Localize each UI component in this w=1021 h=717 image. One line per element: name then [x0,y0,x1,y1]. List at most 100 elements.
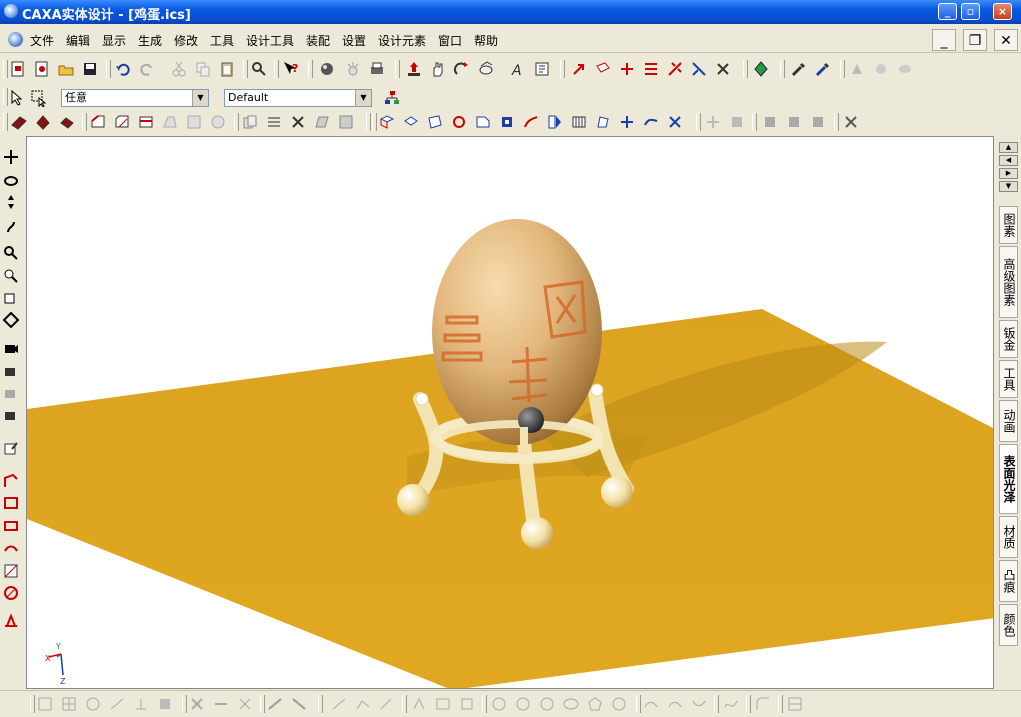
constraint-icon[interactable] [761,113,779,131]
eyedropper-apply-icon[interactable] [814,60,832,78]
tab-scroll-up-icon[interactable]: ◀ [999,155,1018,166]
plane-icon[interactable] [2,517,20,535]
menu-modify[interactable]: 修改 [174,32,198,49]
eyedropper-icon[interactable] [790,60,808,78]
minimize-button[interactable]: _ [938,3,957,20]
menu-display[interactable]: 显示 [102,32,126,49]
select-box-icon[interactable] [30,89,48,107]
dynamic-zoom-icon[interactable] [2,193,20,211]
snap-grid-icon[interactable] [60,695,78,713]
text-tool-icon[interactable]: A [509,60,527,78]
delete-face-icon[interactable] [498,113,516,131]
arc-tangent-icon[interactable] [690,695,708,713]
tab-sheet-metal[interactable]: 钣金 [999,320,1018,358]
chamfer-icon[interactable] [113,113,131,131]
sketch-icon[interactable] [2,439,20,457]
copy-icon[interactable] [194,60,212,78]
grid-icon[interactable] [36,695,54,713]
new-file-icon[interactable] [9,60,27,78]
sweep-icon[interactable] [58,113,76,131]
design-viewport[interactable]: 三 X Y Z [26,136,994,689]
context-help-icon[interactable]: ? [282,60,300,78]
draft-icon[interactable] [161,113,179,131]
select-edge-icon[interactable] [402,113,420,131]
menu-edit[interactable]: 编辑 [66,32,90,49]
dimension-edit-icon[interactable] [728,113,746,131]
bspline-icon[interactable] [722,695,740,713]
menu-tools[interactable]: 工具 [210,32,234,49]
polyline-icon[interactable] [354,695,372,713]
select-surface-icon[interactable] [426,113,444,131]
move-up-icon[interactable] [405,60,423,78]
design-tree-icon[interactable] [383,89,401,107]
circle-2point-icon[interactable] [514,695,532,713]
snap-off-icon[interactable] [896,60,914,78]
curve-icon[interactable] [522,113,540,131]
rotate-tool-icon[interactable] [453,60,471,78]
camera-icon[interactable] [2,339,20,357]
zoom-icon[interactable] [2,244,20,262]
arc-icon[interactable] [2,539,20,557]
menu-design-elements[interactable]: 设计元素 [378,32,426,49]
rectangle-icon[interactable] [2,494,20,512]
zoom-window-icon[interactable] [2,267,20,285]
chevron-down-icon[interactable]: ▼ [192,90,208,106]
square-icon[interactable] [458,695,476,713]
tools-icon[interactable] [289,113,307,131]
arrow-tool-icon[interactable] [570,60,588,78]
menu-window[interactable]: 窗口 [438,32,462,49]
menu-help[interactable]: 帮助 [474,32,498,49]
camera-orbit-icon[interactable] [2,384,20,402]
tab-scroll-down-icon[interactable]: ▶ [999,168,1018,179]
polygon-icon[interactable] [586,695,604,713]
orbit-icon[interactable] [2,171,20,189]
find-icon[interactable] [250,60,268,78]
toolbar-grip[interactable] [30,695,35,713]
rectangle-sketch-icon[interactable] [434,695,452,713]
intersect-icon[interactable] [209,113,227,131]
lights-icon[interactable] [344,60,362,78]
chevron-down-icon[interactable]: ▼ [355,90,371,106]
mdi-close-button[interactable]: ✕ [994,29,1018,51]
pattern-face-icon[interactable] [570,113,588,131]
tab-scroll-last-icon[interactable]: ▼ [999,181,1018,192]
properties-icon[interactable] [533,60,551,78]
tab-primitives[interactable]: 图素 [999,206,1018,244]
menu-settings[interactable]: 设置 [342,32,366,49]
toolbar-grip[interactable] [3,60,8,78]
angle-line-icon[interactable] [378,695,396,713]
section-tool-icon[interactable] [642,60,660,78]
dimension-add-icon[interactable] [704,113,722,131]
tab-color[interactable]: 颜色 [999,604,1018,646]
camera-target-icon[interactable] [2,406,20,424]
sketch-edit-icon[interactable] [156,695,174,713]
document-icon[interactable] [8,32,23,47]
mdi-minimize-button[interactable]: _ [932,29,956,51]
snap-settings-icon[interactable] [872,60,890,78]
select-pointer-icon[interactable] [8,89,26,107]
tab-material[interactable]: 材质 [999,516,1018,558]
zoom-extents-icon[interactable] [2,289,20,307]
cut-icon[interactable] [170,60,188,78]
constraint-toggle-icon[interactable] [266,695,284,713]
tab-tools[interactable]: 工具 [999,360,1018,398]
tab-animation[interactable]: 动画 [999,400,1018,442]
camera-move-icon[interactable] [2,362,20,380]
new-design-icon[interactable] [33,60,51,78]
constraint-align-icon[interactable] [785,113,803,131]
face-tool-icon[interactable] [594,60,612,78]
view-point-icon[interactable] [2,311,20,329]
circle-center-icon[interactable] [490,695,508,713]
surface-icon[interactable] [313,113,331,131]
undo-icon[interactable] [114,60,132,78]
mirror-face-icon[interactable] [546,113,564,131]
circle-3point-icon[interactable] [538,695,556,713]
render-icon[interactable] [318,60,336,78]
menu-assembly[interactable]: 装配 [306,32,330,49]
arc-snap-icon[interactable] [84,695,102,713]
perpendicular-icon[interactable] [132,695,150,713]
pan-icon[interactable] [2,148,20,166]
mirror-icon[interactable] [265,113,283,131]
split-icon[interactable] [185,113,203,131]
menu-design-tools[interactable]: 设计工具 [246,32,294,49]
